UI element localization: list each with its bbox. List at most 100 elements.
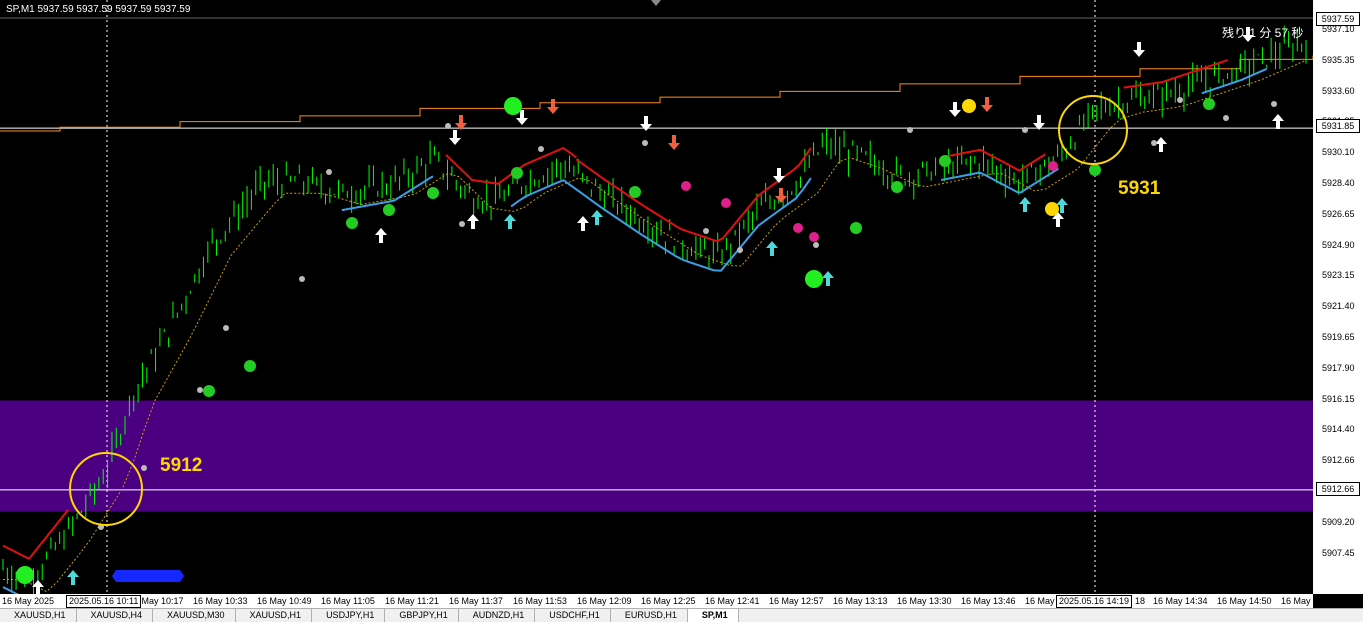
time-axis-label: 16 May 11:37: [449, 596, 503, 606]
yellow-badge-icon: [962, 99, 976, 113]
sell-arrow-icon: [775, 188, 787, 203]
time-axis-label: 16 May 14:34: [1153, 596, 1208, 606]
price-axis-label: 5912.66: [1322, 455, 1355, 466]
buy-arrow-icon: [822, 271, 834, 286]
time-label-fragment: 16 May: [1025, 596, 1055, 606]
price-axis-label: 5923.15: [1322, 270, 1355, 281]
white-up-arrow-icon: [577, 216, 589, 231]
yellow-badge-icon: [1045, 202, 1059, 216]
white-down-arrow-icon: [640, 116, 652, 131]
pink-signal-icon: [721, 198, 731, 208]
green-signal-icon: [383, 204, 395, 216]
green-signal-icon: [427, 187, 439, 199]
white-up-arrow-icon: [1272, 114, 1284, 129]
green-signal-icon: [629, 186, 641, 198]
price-axis-label: 5926.65: [1322, 208, 1355, 219]
price-chart[interactable]: [0, 0, 1313, 594]
signal-dot: [642, 140, 648, 146]
buy-arrow-icon: [67, 570, 79, 585]
time-axis-label: 16 May 13:30: [897, 596, 952, 606]
time-label-fragment: 18: [1135, 596, 1146, 606]
chart-tab[interactable]: XAUUSD,H4: [77, 609, 154, 622]
white-down-arrow-icon: [773, 168, 785, 183]
pink-signal-icon: [1048, 161, 1058, 171]
white-up-arrow-icon: [467, 214, 479, 229]
time-axis-label: 16 May 2025: [2, 596, 55, 606]
symbol-header: SP,M1 5937.59 5937.59 5937.59 5937.59: [6, 4, 191, 15]
time-axis-label: 16 May 13:46: [961, 596, 1016, 606]
time-axis-label: 16 May 13:13: [833, 596, 888, 606]
chart-tab[interactable]: USDJPY,H1: [312, 609, 386, 622]
signal-dot: [223, 325, 229, 331]
signal-dot: [1177, 97, 1183, 103]
signal-dot: [1151, 140, 1157, 146]
signal-dot: [1022, 127, 1028, 133]
buy-arrow-icon: [1019, 197, 1031, 212]
price-axis-label: 5916.15: [1322, 393, 1355, 404]
green-signal-icon: [850, 222, 862, 234]
green-badge-icon: [16, 566, 34, 584]
time-axis-label: 16 May 11:53: [513, 596, 567, 606]
ema-down-segment: [2, 509, 69, 561]
price-axis-label: 5924.90: [1322, 239, 1355, 250]
buy-arrow-icon: [766, 241, 778, 256]
chart-window[interactable]: SP,M1 5937.59 5937.59 5937.59 5937.59 残り…: [0, 0, 1363, 622]
time-axis-label: 16 May 10:49: [257, 596, 312, 606]
ema-down-segment: [575, 147, 812, 243]
price-axis-label: 5914.40: [1322, 424, 1355, 435]
signal-dot: [326, 169, 332, 175]
price-axis-label: 5930.10: [1322, 147, 1355, 158]
green-signal-icon: [1089, 164, 1101, 176]
white-down-arrow-icon: [949, 102, 961, 117]
green-badge-icon: [504, 97, 522, 115]
price-axis-label: 5921.40: [1322, 301, 1355, 312]
level-price-tag: 5931.85: [1316, 119, 1360, 133]
current-price-tag: 5937.59: [1316, 12, 1360, 26]
chart-tab[interactable]: XAUUSD,M30: [153, 609, 236, 622]
sell-arrow-icon: [668, 135, 680, 150]
time-axis-label: 16 May 10:33: [193, 596, 248, 606]
ema-down-segment: [940, 148, 1046, 172]
signal-dot: [445, 123, 451, 129]
signal-dot: [907, 127, 913, 133]
buy-arrow-icon: [591, 210, 603, 225]
chart-tab[interactable]: USDCHF,H1: [535, 609, 611, 622]
sell-arrow-icon: [547, 99, 559, 114]
bar-countdown: 残り 1 分 57 秒: [1222, 26, 1304, 40]
signal-dot: [737, 247, 743, 253]
time-axis-label: 16 May 11:05: [321, 596, 375, 606]
level-price-tag-2: 5912.66: [1316, 482, 1360, 496]
signal-dot: [459, 221, 465, 227]
chart-tab[interactable]: EURUSD,H1: [611, 609, 688, 622]
session-marker: [112, 570, 184, 582]
chart-tab[interactable]: XAUUSD,H1: [0, 609, 77, 622]
green-signal-icon: [203, 385, 215, 397]
chart-tab[interactable]: GBPJPY,H1: [385, 609, 459, 622]
signal-dot: [703, 228, 709, 234]
price-axis-label: 5907.45: [1322, 547, 1355, 558]
signal-dot: [813, 242, 819, 248]
chart-tab-active[interactable]: SP,M1: [687, 609, 739, 622]
pink-signal-icon: [809, 232, 819, 242]
time-axis-label: 16 May 14:50: [1217, 596, 1272, 606]
pink-signal-icon: [681, 181, 691, 191]
chart-tab[interactable]: AUDNZD,H1: [459, 609, 536, 622]
green-signal-icon: [244, 360, 256, 372]
signal-dot: [1271, 101, 1277, 107]
white-up-arrow-icon: [375, 228, 387, 243]
white-down-arrow-icon: [449, 130, 461, 145]
signal-dot: [141, 465, 147, 471]
chart-tab[interactable]: XAUUSD,H1: [236, 609, 313, 622]
signal-dot: [538, 146, 544, 152]
crosshair-time-label: 2025.05.16 14:19: [1056, 595, 1133, 608]
price-axis-label: 5928.40: [1322, 178, 1355, 188]
time-axis-label: 16 May 12:09: [577, 596, 632, 606]
highlight-circle: [1058, 95, 1128, 165]
white-down-arrow-icon: [1133, 42, 1145, 57]
time-axis-label: 16 May 15:06: [1281, 596, 1336, 606]
chart-shift-marker[interactable]: [651, 0, 661, 6]
price-axis-label: 5909.20: [1322, 516, 1355, 527]
price-axis-label: 5935.35: [1322, 54, 1355, 65]
time-axis-label: 16 May 12:57: [769, 596, 824, 606]
ema-up-segment: [1201, 67, 1268, 95]
